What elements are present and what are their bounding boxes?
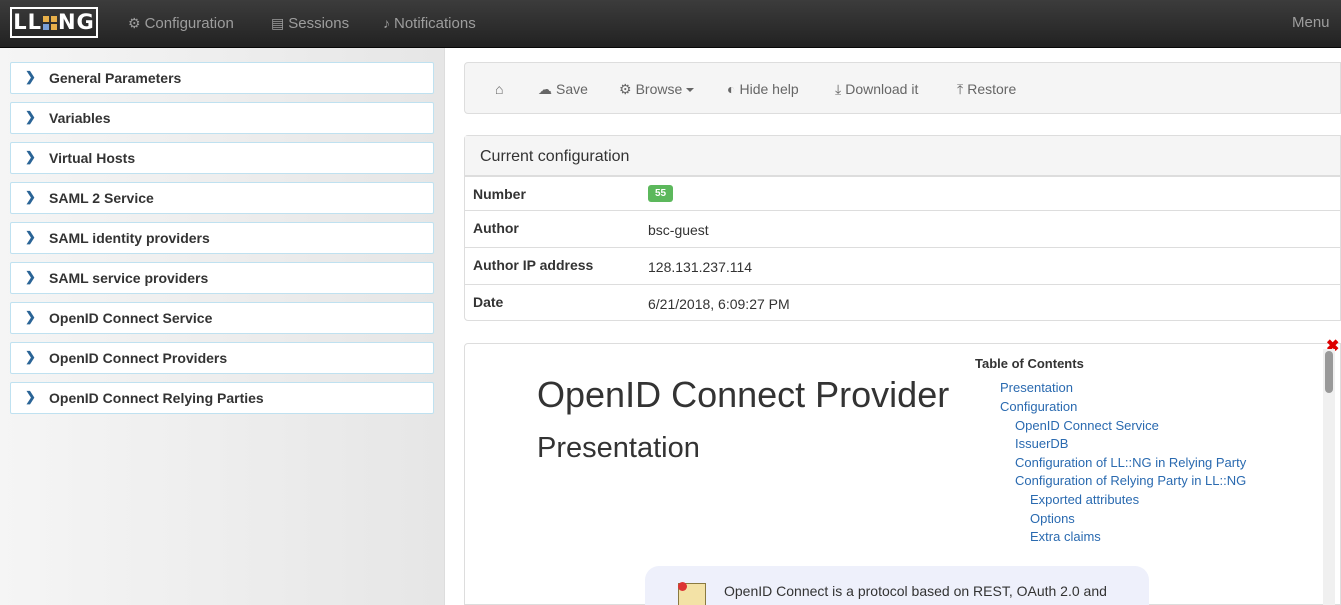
panel-title: Current configuration: [465, 136, 1340, 176]
upload-icon: ⤒: [957, 81, 964, 97]
logo-dots-icon: [42, 16, 57, 30]
row-key: Author IP address: [473, 257, 594, 273]
home-icon: ⌂: [495, 81, 504, 97]
toc-link-llng-in-rp[interactable]: Configuration of LL::NG in Relying Party: [1015, 455, 1246, 470]
logo-text-left: LL: [13, 10, 42, 34]
tree-item-label: OpenID Connect Providers: [49, 350, 228, 366]
tree-item-label: OpenID Connect Relying Parties: [49, 390, 264, 406]
tree-item-saml-sps[interactable]: ❯ SAML service providers: [10, 262, 434, 294]
tree-item-saml-idps[interactable]: ❯ SAML identity providers: [10, 222, 434, 254]
doc-subtitle: Presentation: [537, 432, 700, 464]
tree-item-label: Virtual Hosts: [49, 150, 136, 166]
chevron-right-icon: ❯: [25, 309, 36, 324]
help-scrollbar[interactable]: [1323, 349, 1335, 605]
nav-sessions-label: Sessions: [288, 15, 350, 32]
chevron-right-icon: ❯: [25, 229, 36, 244]
top-navbar: LL NG ⚙ Configuration ▤ Sessions ♪ Notificat…: [0, 0, 1341, 72]
toc-link-configuration[interactable]: Configuration: [1000, 399, 1077, 414]
save-label: Save: [556, 81, 588, 97]
nav-menu[interactable]: Menu: [1292, 0, 1341, 72]
caret-down-icon: [686, 88, 695, 93]
nav-configuration[interactable]: ⚙ Configuration: [128, 0, 234, 47]
logo-text-right: NG: [57, 10, 95, 34]
hide-help-label: Hide help: [739, 81, 799, 97]
chevron-right-icon: ❯: [25, 349, 36, 364]
gear-icon: ⚙: [619, 81, 632, 97]
chevron-right-icon: ❯: [25, 389, 36, 404]
tree-item-label: OpenID Connect Service: [49, 310, 213, 326]
toc-link-rp-in-llng[interactable]: Configuration of Relying Party in LL::NG: [1015, 473, 1246, 488]
toc-link-issuerdb[interactable]: IssuerDB: [1015, 436, 1068, 451]
tree-item-variables[interactable]: ❯ Variables: [10, 102, 434, 134]
toc-link-extra-claims[interactable]: Extra claims: [1030, 529, 1101, 544]
save-button[interactable]: ☁ Save: [538, 63, 588, 115]
bell-icon: ♪: [383, 15, 390, 31]
nav-sessions[interactable]: ▤ Sessions: [271, 0, 349, 47]
toc-link-presentation[interactable]: Presentation: [1000, 380, 1073, 395]
row-key: Number: [473, 186, 526, 202]
row-key: Author: [473, 220, 519, 236]
row-key: Date: [473, 294, 504, 310]
doc-title: OpenID Connect Provider: [537, 374, 950, 415]
chevron-right-icon: ❯: [25, 189, 36, 204]
restore-label: Restore: [967, 81, 1017, 97]
tree-item-label: SAML service providers: [49, 270, 209, 286]
tree-item-general-parameters[interactable]: ❯ General Parameters: [10, 62, 434, 94]
note-text: OpenID Connect is a protocol based on RE…: [724, 583, 1107, 599]
config-row-number: Number 55: [465, 176, 1341, 213]
row-value: bsc-guest: [648, 222, 709, 238]
tree-item-label: Variables: [49, 110, 111, 126]
tree-item-label: SAML 2 Service: [49, 190, 154, 206]
tree-item-label: General Parameters: [49, 70, 182, 86]
pin-icon: [678, 582, 687, 591]
eye-slash-icon: ◐: [727, 81, 736, 97]
gear-icon: ⚙: [128, 15, 141, 31]
browse-label: Browse: [635, 81, 683, 97]
toc-link-oidc-service[interactable]: OpenID Connect Service: [1015, 418, 1159, 433]
nav-notifications[interactable]: ♪ Notifications: [383, 0, 476, 47]
nav-menu-label: Menu: [1292, 14, 1330, 31]
chevron-right-icon: ❯: [25, 149, 36, 164]
browse-button[interactable]: ⚙ Browse: [619, 63, 695, 115]
chevron-right-icon: ❯: [25, 109, 36, 124]
row-value: 6/21/2018, 6:09:27 PM: [648, 296, 790, 312]
download-label: Download it: [845, 81, 919, 97]
config-row-author-ip: Author IP address 128.131.237.114: [465, 247, 1341, 284]
tree-item-label: SAML identity providers: [49, 230, 210, 246]
tree-item-saml2-service[interactable]: ❯ SAML 2 Service: [10, 182, 434, 214]
chevron-right-icon: ❯: [25, 269, 36, 284]
cloud-upload-icon: ☁: [538, 81, 552, 97]
hide-help-button[interactable]: ◐ Hide help: [727, 63, 799, 115]
config-number-badge: 55: [648, 185, 674, 202]
nav-configuration-label: Configuration: [144, 15, 234, 32]
toc-link-exported-attributes[interactable]: Exported attributes: [1030, 492, 1139, 507]
config-row-date: Date 6/21/2018, 6:09:27 PM: [465, 284, 1341, 321]
restore-button[interactable]: ⤒ Restore: [957, 63, 1016, 115]
toolbar: ⌂ ☁ Save ⚙ Browse ◐ Hide help ⤓ Download it …: [464, 62, 1341, 114]
file-icon: ▤: [271, 15, 285, 31]
download-icon: ⤓: [835, 81, 842, 97]
scrollbar-thumb[interactable]: [1325, 351, 1333, 393]
tree-item-oidc-rps[interactable]: ❯ OpenID Connect Relying Parties: [10, 382, 434, 414]
tree-item-oidc-providers[interactable]: ❯ OpenID Connect Providers: [10, 342, 434, 374]
lemonldap-logo[interactable]: LL NG: [10, 7, 98, 38]
tree-item-oidc-service[interactable]: ❯ OpenID Connect Service: [10, 302, 434, 334]
tree-item-virtual-hosts[interactable]: ❯ Virtual Hosts: [10, 142, 434, 174]
toc-link-options[interactable]: Options: [1030, 511, 1075, 526]
chevron-right-icon: ❯: [25, 69, 36, 84]
toc-title: Table of Contents: [975, 356, 1084, 371]
download-button[interactable]: ⤓ Download it: [835, 63, 918, 115]
nav-notifications-label: Notifications: [394, 15, 476, 32]
row-value: 128.131.237.114: [648, 259, 753, 275]
config-row-author: Author bsc-guest: [465, 210, 1341, 247]
current-configuration-panel: Current configuration Number 55 Author b…: [464, 135, 1341, 321]
home-button[interactable]: ⌂: [495, 63, 507, 115]
